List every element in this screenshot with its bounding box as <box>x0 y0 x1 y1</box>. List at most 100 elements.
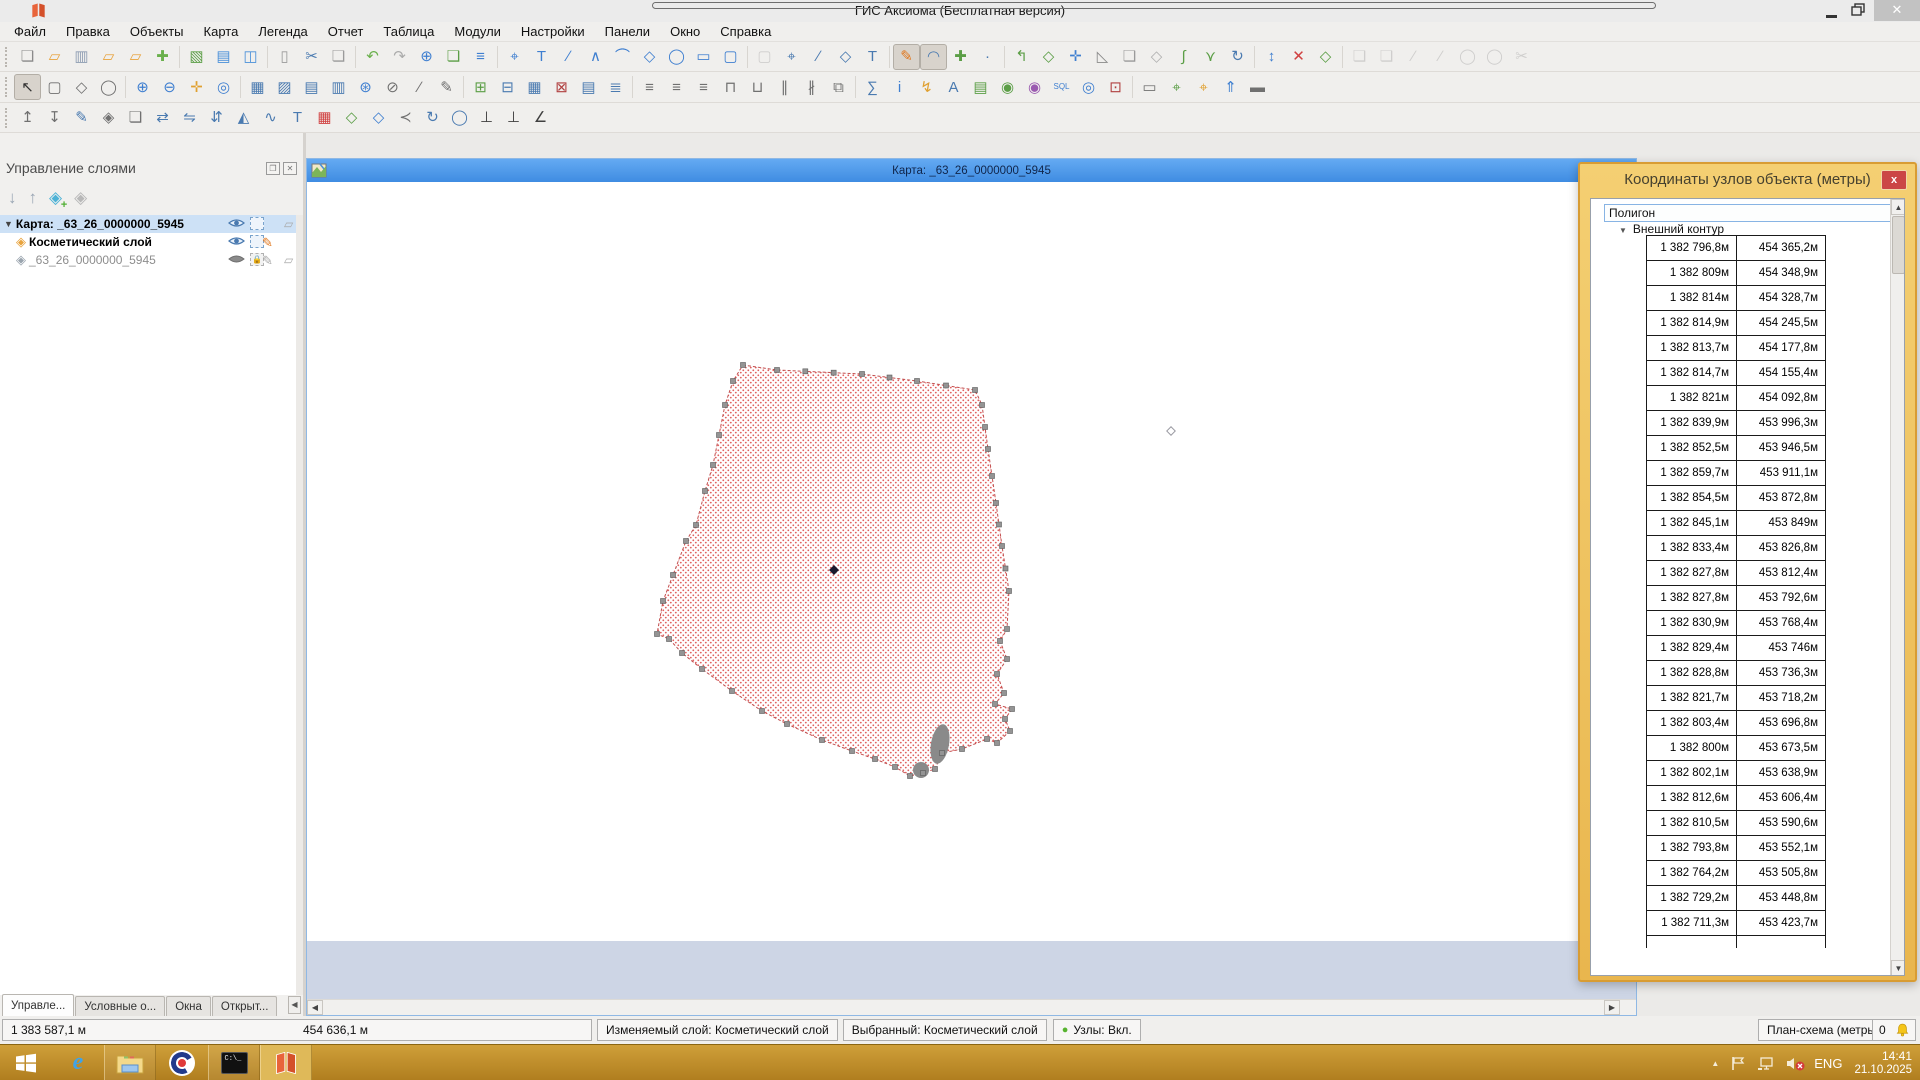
new-document-icon[interactable]: ❏ <box>14 44 41 70</box>
frame-tool-icon[interactable]: ▭ <box>1136 74 1163 100</box>
coord-x-cell[interactable]: 1 382 828,8м <box>1646 660 1737 686</box>
recent-list-icon[interactable]: ≡ <box>467 44 494 70</box>
coord-x-cell[interactable]: 1 382 830,9м <box>1646 610 1737 636</box>
select-none-icon[interactable]: ▤ <box>298 74 325 100</box>
new-report-icon[interactable]: ▤ <box>210 44 237 70</box>
coord-y-cell[interactable]: 454 092,8м <box>1736 385 1826 411</box>
legend-window-icon[interactable]: ▤ <box>967 74 994 100</box>
table-structure-icon[interactable]: ⊟ <box>494 74 521 100</box>
toolbar-handle[interactable] <box>5 47 9 67</box>
move-object-icon[interactable]: ✛ <box>1062 44 1089 70</box>
select-layer-icon[interactable]: ▥ <box>325 74 352 100</box>
coord-y-cell[interactable]: 454 177,8м <box>1736 335 1826 361</box>
clear-style-icon[interactable]: ◺ <box>1089 44 1116 70</box>
coord-x-cell[interactable]: 1 382 845,1м <box>1646 510 1737 536</box>
style-brush-icon[interactable]: ✎ <box>68 105 95 131</box>
nodes-mode-status[interactable]: ●Узлы: Вкл. <box>1053 1019 1141 1041</box>
save-icon[interactable]: ▥ <box>68 44 95 70</box>
geometry-root-item[interactable]: Полигон <box>1604 204 1891 222</box>
raster-palette-icon[interactable]: ▦ <box>311 105 338 131</box>
open-folder-icon[interactable]: ▱ <box>41 44 68 70</box>
district-purple-icon[interactable]: ◉ <box>1021 74 1048 100</box>
coord-y-cell[interactable]: 454 328,7м <box>1736 285 1826 311</box>
tree-row-cosmetic-layer[interactable]: ◈ Косметический слой ✎ <box>0 233 296 251</box>
coord-x-cell[interactable]: 1 382 821м <box>1646 385 1737 411</box>
menu-item-10[interactable]: Окно <box>660 22 710 41</box>
coord-x-cell[interactable]: 1 382 814,9м <box>1646 310 1737 336</box>
ellipse-tool-icon[interactable]: ◯ <box>663 44 690 70</box>
label-tool-icon[interactable]: A <box>940 74 967 100</box>
coord-y-cell[interactable]: 453 768,4м <box>1736 610 1826 636</box>
panel-float-icon[interactable]: ❐ <box>266 162 280 175</box>
coord-x-cell[interactable]: 1 382 839,9м <box>1646 410 1737 436</box>
minimize-button[interactable] <box>1820 4 1842 18</box>
align-top-icon[interactable]: ⊓ <box>717 74 744 100</box>
mirror-horizontal-icon[interactable]: ⇋ <box>176 105 203 131</box>
scroll-left-icon[interactable]: ◀ <box>307 1000 323 1015</box>
command-prompt-button[interactable]: C:\_ <box>208 1045 260 1080</box>
polygon-union-icon[interactable]: ◇ <box>338 105 365 131</box>
action-center-flag-icon[interactable] <box>1731 1056 1745 1071</box>
coord-y-cell[interactable]: 453 826,8м <box>1736 535 1826 561</box>
selected-layer-status[interactable]: Выбранный: Косметический слой <box>843 1019 1047 1041</box>
tag-icon[interactable]: ▱ <box>284 253 293 267</box>
start-button[interactable] <box>0 1045 52 1080</box>
restore-button[interactable] <box>1848 2 1870 18</box>
dock-tab-1[interactable]: Условные о... <box>75 996 165 1016</box>
coord-y-cell[interactable]: 453 448,8м <box>1736 885 1826 911</box>
rotate-object-icon[interactable]: ↻ <box>1224 44 1251 70</box>
open-workspace-icon[interactable]: ▱ <box>95 44 122 70</box>
menu-item-4[interactable]: Легенда <box>248 22 317 41</box>
coord-y-cell[interactable]: 453 423,7м <box>1736 910 1826 936</box>
coord-y-cell[interactable]: 453 792,6м <box>1736 585 1826 611</box>
language-indicator[interactable]: ENG <box>1814 1056 1842 1071</box>
map-pin-green-icon[interactable]: ⌖ <box>1163 74 1190 100</box>
edit-text-icon[interactable]: T <box>859 44 886 70</box>
coordinates-scrollbar[interactable]: ▲ ▼ <box>1890 199 1905 976</box>
tray-expand-icon[interactable]: ▲ <box>1711 1059 1719 1068</box>
visibility-eye-icon[interactable] <box>228 235 245 247</box>
coord-x-cell[interactable]: 1 382 803,4м <box>1646 710 1737 736</box>
snap-left-icon[interactable]: ↰ <box>1008 44 1035 70</box>
scroll-down-icon[interactable]: ▼ <box>1891 960 1905 976</box>
edit-pencil-icon[interactable]: ✎ <box>262 235 273 251</box>
coord-x-cell[interactable]: 1 382 809м <box>1646 260 1737 286</box>
coord-x-cell[interactable]: 1 382 827,8м <box>1646 560 1737 586</box>
network-icon[interactable] <box>1757 1056 1774 1071</box>
coord-x-cell[interactable]: 1 382 827,8м <box>1646 585 1737 611</box>
visibility-eye-icon[interactable] <box>228 217 245 229</box>
perpendicular-icon[interactable]: ⊥ <box>473 105 500 131</box>
outer-contour-item[interactable]: ▼Внешний контур <box>1604 222 1891 236</box>
menu-item-2[interactable]: Объекты <box>120 22 194 41</box>
transform-object-icon[interactable]: ⇄ <box>149 105 176 131</box>
coord-x-cell[interactable]: 1 382 829,4м <box>1646 635 1737 661</box>
perpendicular-2-icon[interactable]: ⊥ <box>500 105 527 131</box>
toolbar-handle[interactable] <box>5 108 9 128</box>
coord-x-cell[interactable]: 1 382 764,2м <box>1646 860 1737 886</box>
group-objects-icon[interactable]: ⧉ <box>825 74 852 100</box>
coord-y-cell[interactable]: 454 245,5м <box>1736 310 1826 336</box>
coord-x-cell[interactable]: 1 382 796,8м <box>1646 235 1737 261</box>
line-tool-icon[interactable]: ∕ <box>555 44 582 70</box>
zoom-out-icon[interactable]: ⊖ <box>156 74 183 100</box>
coord-y-cell[interactable]: 453 996,3м <box>1736 410 1826 436</box>
tree-row-data-layer[interactable]: ◈ _63_26_0000000_5945 🔒 ✎ ▱ <box>0 251 296 269</box>
move-nodes-icon[interactable]: ↕ <box>1258 44 1285 70</box>
tab-scroll-left-icon[interactable]: ◀ <box>288 996 301 1014</box>
circle-convert-icon[interactable]: ◯ <box>446 105 473 131</box>
dock-tab-3[interactable]: Открыт... <box>212 996 277 1016</box>
sql-query-icon[interactable]: SQL <box>1048 74 1075 100</box>
coord-y-cell[interactable]: 453 849м <box>1736 510 1826 536</box>
search-globe-icon[interactable]: ⊛ <box>352 74 379 100</box>
scroll-right-icon[interactable]: ▶ <box>1604 1000 1620 1015</box>
add-node-icon[interactable]: ✚ <box>947 44 974 70</box>
tag-icon[interactable]: ▱ <box>284 217 293 231</box>
zoom-extent-icon[interactable]: ◎ <box>210 74 237 100</box>
select-tool-icon[interactable]: ↖ <box>14 74 41 100</box>
point-tool-icon[interactable]: ⌖ <box>501 44 528 70</box>
snap-polygon-icon[interactable]: ◇ <box>1035 44 1062 70</box>
layer-copy-icon[interactable]: ❏ <box>122 105 149 131</box>
align-right-icon[interactable]: ≡ <box>690 74 717 100</box>
undo-icon[interactable]: ↶ <box>359 44 386 70</box>
funnel-select-icon[interactable]: ⋎ <box>1197 44 1224 70</box>
